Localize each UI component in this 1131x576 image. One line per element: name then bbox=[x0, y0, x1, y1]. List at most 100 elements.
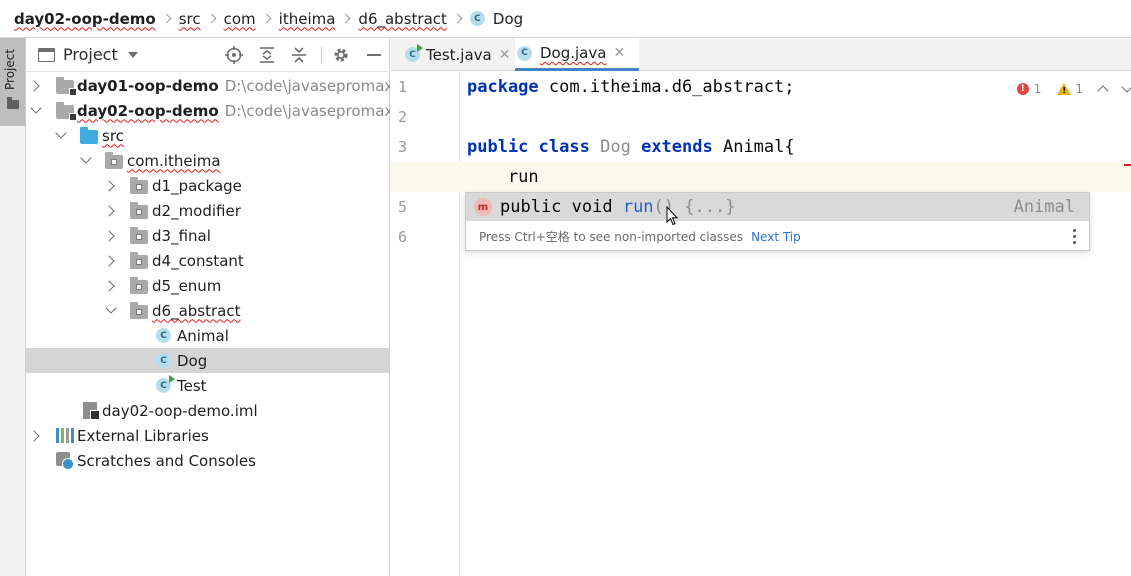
breadcrumb-item-module[interactable]: day02-oop-demo bbox=[14, 10, 156, 28]
project-tree: day01-oop-demo D:\code\javasepromax\d day… bbox=[26, 73, 390, 473]
chevron-up-icon[interactable] bbox=[1097, 85, 1109, 97]
tree-item-d6-abstract[interactable]: d6_abstract bbox=[26, 298, 390, 323]
line-number: 1 bbox=[398, 78, 408, 96]
tree-item-day01-oop-demo[interactable]: day01-oop-demo D:\code\javasepromax\d bbox=[26, 73, 390, 98]
project-view-icon bbox=[38, 47, 55, 62]
scratches-icon bbox=[56, 452, 74, 470]
project-panel-title[interactable]: Project bbox=[63, 45, 118, 64]
tool-window-strip: Project bbox=[0, 38, 26, 576]
chevron-down-icon[interactable] bbox=[30, 102, 42, 114]
tree-item-src[interactable]: src bbox=[26, 123, 390, 148]
iml-file-icon bbox=[83, 402, 100, 420]
code-area[interactable]: package com.itheima.d6_abstract; public … bbox=[391, 72, 1131, 576]
tab-label: Test.java bbox=[426, 45, 492, 64]
tree-item-label: Animal bbox=[177, 326, 229, 345]
tree-item-dog[interactable]: C Dog bbox=[26, 348, 390, 373]
breadcrumb-item-dog[interactable]: Dog bbox=[493, 10, 523, 28]
warning-icon: ! bbox=[1057, 83, 1072, 95]
tree-item-label: Scratches and Consoles bbox=[77, 451, 256, 470]
more-vertical-icon[interactable] bbox=[1073, 229, 1077, 244]
error-stripe bbox=[1124, 164, 1131, 166]
module-path: D:\code\javasepromax\d bbox=[224, 101, 390, 120]
chevron-right-icon[interactable] bbox=[103, 204, 115, 217]
tree-item-com-itheima[interactable]: com.itheima bbox=[26, 148, 390, 173]
tab-test-java[interactable]: C Test.java ✕ bbox=[403, 38, 513, 71]
project-panel: Project day01-oop-demo D:\code\javaseprom… bbox=[26, 38, 390, 576]
breadcrumb-item-com[interactable]: com bbox=[224, 10, 256, 28]
error-icon: ! bbox=[1016, 83, 1029, 95]
tree-item-iml[interactable]: day02-oop-demo.iml bbox=[26, 398, 390, 423]
chevron-right-icon[interactable] bbox=[28, 429, 40, 442]
tree-item-external-libraries[interactable]: External Libraries bbox=[26, 423, 390, 448]
package-icon bbox=[130, 277, 148, 294]
tree-item-animal[interactable]: C Animal bbox=[26, 323, 390, 348]
chevron-right-icon[interactable] bbox=[28, 79, 40, 92]
hide-panel-button[interactable] bbox=[364, 45, 384, 65]
class-icon: C bbox=[156, 353, 171, 368]
line-number: 6 bbox=[398, 228, 408, 246]
tree-item-test[interactable]: C Test bbox=[26, 373, 390, 398]
tree-item-day02-oop-demo[interactable]: day02-oop-demo D:\code\javasepromax\d bbox=[26, 98, 390, 123]
project-tool-tab[interactable]: Project bbox=[0, 38, 25, 126]
inspection-indicators[interactable]: ! 1 ! 1 bbox=[1016, 81, 1131, 97]
tree-item-d2-modifier[interactable]: d2_modifier bbox=[26, 198, 390, 223]
tree-item-label: day01-oop-demo D:\code\javasepromax\d bbox=[77, 77, 390, 95]
completion-item-run[interactable]: m public void run() {...} Animal bbox=[466, 193, 1089, 221]
tree-item-d1-package[interactable]: d1_package bbox=[26, 173, 390, 198]
expand-all-icon bbox=[260, 47, 274, 63]
tree-item-label: com.itheima bbox=[127, 151, 221, 170]
package-icon bbox=[130, 177, 148, 194]
tree-item-d4-constant[interactable]: d4_constant bbox=[26, 248, 390, 273]
chevron-right-icon[interactable] bbox=[103, 229, 115, 242]
collapse-all-button[interactable] bbox=[289, 45, 309, 65]
breadcrumb-item-src[interactable]: src bbox=[179, 10, 201, 28]
completion-hint: Press Ctrl+空格 to see non-imported classe… bbox=[479, 230, 744, 244]
package-icon bbox=[130, 202, 148, 219]
tree-item-label: External Libraries bbox=[77, 426, 209, 445]
crosshair-icon bbox=[225, 46, 243, 64]
tree-item-d3-final[interactable]: d3_final bbox=[26, 223, 390, 248]
mouse-cursor-icon bbox=[666, 206, 678, 226]
error-count: 1 bbox=[1033, 82, 1042, 96]
chevron-right-icon bbox=[161, 13, 172, 24]
tree-item-scratches[interactable]: Scratches and Consoles bbox=[26, 448, 390, 473]
tree-item-label: d6_abstract bbox=[152, 301, 241, 320]
settings-button[interactable] bbox=[331, 45, 351, 65]
code-line-4: run bbox=[467, 167, 539, 187]
chevron-right-icon[interactable] bbox=[103, 179, 115, 192]
tree-item-label: d3_final bbox=[152, 226, 211, 245]
expand-all-button[interactable] bbox=[257, 45, 277, 65]
close-icon[interactable]: ✕ bbox=[613, 45, 625, 61]
package-icon bbox=[130, 252, 148, 269]
class-icon: C bbox=[469, 11, 485, 26]
chevron-down-icon[interactable] bbox=[127, 51, 138, 58]
close-icon[interactable]: ✕ bbox=[499, 47, 511, 63]
line-number: 5 bbox=[398, 198, 408, 216]
tab-dog-java[interactable]: C Dog.java ✕ bbox=[515, 38, 639, 71]
tree-item-label: d2_modifier bbox=[152, 201, 241, 220]
tree-item-d5-enum[interactable]: d5_enum bbox=[26, 273, 390, 298]
chevron-right-icon[interactable] bbox=[103, 254, 115, 267]
chevron-right-icon[interactable] bbox=[103, 279, 115, 292]
source-folder-icon bbox=[80, 127, 98, 144]
line-number-gutter: 1 2 3 4 5 6 bbox=[391, 72, 460, 576]
editor-tab-bar: C Test.java ✕ C Dog.java ✕ bbox=[391, 38, 1131, 71]
chevron-down-icon[interactable] bbox=[80, 152, 92, 164]
breadcrumb-item-itheima[interactable]: itheima bbox=[279, 10, 336, 28]
chevron-right-icon bbox=[261, 13, 272, 24]
chevron-down-icon[interactable] bbox=[55, 127, 67, 139]
module-folder-icon bbox=[56, 102, 77, 121]
line-number: 2 bbox=[398, 108, 408, 126]
chevron-down-icon[interactable] bbox=[105, 302, 117, 314]
tree-item-label: Dog bbox=[177, 351, 208, 370]
folder-icon bbox=[7, 97, 19, 109]
package-icon bbox=[130, 227, 148, 244]
next-tip-link[interactable]: Next Tip bbox=[751, 230, 801, 244]
tree-item-label: day02-oop-demo D:\code\javasepromax\d bbox=[77, 102, 390, 120]
breadcrumb-item-d6-abstract[interactable]: d6_abstract bbox=[358, 10, 446, 28]
code-line-3: public class Dog extends Animal{ bbox=[467, 137, 795, 157]
locate-button[interactable] bbox=[224, 45, 244, 65]
package-icon bbox=[130, 302, 148, 319]
chevron-down-icon[interactable] bbox=[1121, 81, 1131, 93]
tree-item-label: d5_enum bbox=[152, 276, 222, 295]
